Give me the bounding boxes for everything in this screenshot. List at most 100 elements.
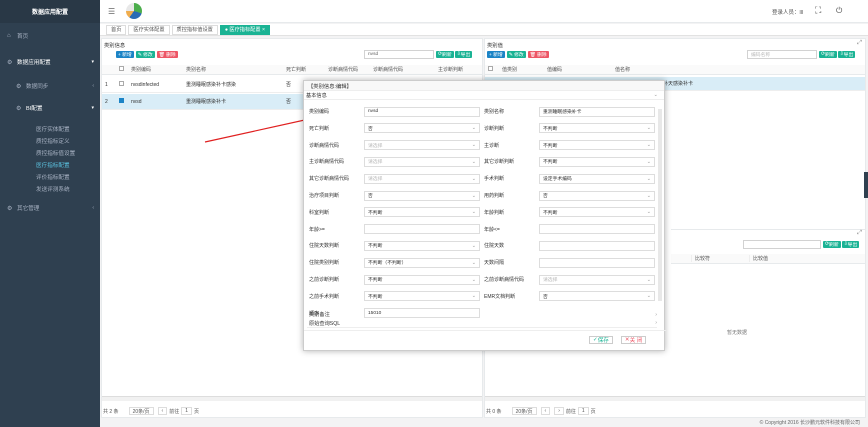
tab-qc-value[interactable]: 质控指标值设置 (171, 24, 218, 35)
add-button[interactable]: + 新增 (487, 51, 505, 58)
sidebar-item-entity[interactable]: 医疗实体配置 (0, 123, 100, 135)
refresh-button[interactable]: ⟳ 刷新 (823, 241, 841, 248)
field-control[interactable]: 否 ⌄ (539, 291, 655, 302)
sidebar-item-medical[interactable]: 医疗指标配置 (0, 159, 100, 171)
col-header[interactable]: 值类别 (499, 66, 544, 73)
field-control[interactable]: 不判断 ⌄ (364, 240, 480, 251)
section-sql[interactable]: 原始查询SQL › (307, 319, 657, 328)
field-control[interactable]: 不判断 ⌄ (364, 274, 480, 285)
sidebar-item-data-app[interactable]: ⚙ 数据应用配置 ▾ (0, 49, 100, 75)
field-control[interactable]: 不判断 ⌄ (539, 207, 655, 218)
field-label: 诊断判断 (484, 125, 505, 132)
export-button[interactable]: ⇩ 导出 (454, 51, 473, 58)
col-header[interactable]: 死亡判断 (283, 66, 325, 73)
field-control[interactable]: 重测睡眠感染补卡 (539, 106, 655, 117)
edit-button[interactable]: ✎ 修改 (135, 51, 155, 58)
sidebar-item-qc-value[interactable]: 质控指标值设置 (0, 147, 100, 159)
field-value: 否 (368, 194, 373, 199)
field-control[interactable]: 不判断 ⌄ (364, 207, 480, 218)
sidebar-item-bi[interactable]: ⚙ BI配置 ▾ (0, 97, 100, 119)
logout-icon[interactable]: ⏻ (836, 6, 842, 16)
export-button[interactable]: ⇩ 导出 (841, 241, 860, 248)
field-control[interactable]: 否 ⌄ (539, 190, 655, 201)
field-control[interactable]: 不判断 ⌄ (539, 123, 655, 134)
page-input[interactable]: 1 (181, 407, 192, 415)
tab-home[interactable]: 首页 (106, 24, 127, 35)
select-all-checkbox[interactable] (488, 66, 493, 71)
expand-icon[interactable]: ⤢ (857, 40, 862, 47)
search-input[interactable]: nvsd (364, 50, 434, 59)
sidebar-item-other[interactable]: ⚙ 其它管理 ‹ (0, 195, 100, 221)
col-header[interactable]: 类别编码 (128, 66, 183, 73)
next-page-button[interactable]: › (554, 407, 564, 415)
field-value: 否 (543, 194, 548, 199)
field-control[interactable]: 否 ⌄ (364, 123, 480, 134)
col-header[interactable]: 比较符 (691, 255, 749, 262)
col-header[interactable]: 值名称 (612, 66, 672, 73)
field-control[interactable]: nvsd (364, 106, 480, 117)
prev-page-button[interactable]: ‹ (157, 407, 168, 415)
horizontal-scrollbar[interactable] (485, 396, 865, 401)
select-all-checkbox[interactable] (119, 66, 124, 71)
tab-medical[interactable]: ● 医疗指标配置 × (219, 24, 271, 35)
section-basic[interactable]: 基本信息 ⌄ (304, 91, 664, 100)
edit-button[interactable]: ✎ 修改 (506, 51, 526, 58)
page-size-select[interactable]: 20条/页 (128, 407, 154, 415)
field-control[interactable] (539, 257, 655, 268)
delete-button[interactable]: 🗑 删除 (527, 51, 549, 58)
side-toggle[interactable] (864, 172, 868, 198)
col-header[interactable]: 诊断病情代码 (370, 66, 435, 73)
add-button[interactable]: + 新增 (116, 51, 134, 58)
sidebar-item-send[interactable]: 发送评测系统 (0, 183, 100, 195)
sidebar-item-eval[interactable]: 评价指标配置 (0, 171, 100, 183)
chevron-down-icon: ⌄ (646, 209, 651, 216)
form-field: 天数间隔 (484, 257, 655, 268)
menu-icon[interactable]: ☰ (108, 7, 115, 16)
field-control[interactable] (539, 240, 655, 251)
field-control[interactable]: 请选择 ⌄ (364, 173, 480, 184)
gear-icon: ⚙ (7, 205, 13, 212)
col-header[interactable]: 主诊断判断 (435, 66, 480, 73)
field-control[interactable] (539, 224, 655, 235)
col-header[interactable]: 值编码 (544, 66, 612, 73)
tab-entity[interactable]: 医疗实体配置 (128, 24, 170, 35)
field-control[interactable]: 不判断 ⌄ (364, 291, 480, 302)
refresh-button[interactable]: ⟳ 刷新 (819, 51, 837, 58)
expand-icon[interactable]: ⤢ (857, 230, 862, 237)
section-remark[interactable]: 类别备注 › (307, 310, 657, 319)
filter-input[interactable] (743, 240, 821, 249)
horizontal-scrollbar[interactable] (102, 396, 482, 401)
col-header[interactable]: 比较值 (749, 255, 829, 262)
refresh-button[interactable]: ⟳ 刷新 (436, 51, 454, 58)
field-label: 其它诊断判断 (484, 159, 515, 166)
prev-page-button[interactable]: ‹ (540, 407, 551, 415)
form-field: 其它诊断判断 不判断 ⌄ (484, 156, 655, 167)
sidebar-item-home[interactable]: ⌂ 首页 (0, 23, 100, 49)
row-checkbox[interactable] (119, 81, 124, 86)
col-header[interactable]: 类别名称 (183, 66, 283, 73)
export-button[interactable]: ⇩ 导出 (837, 51, 856, 58)
field-label: 治疗项目判断 (309, 193, 340, 199)
field-control[interactable]: 请选择 ⌄ (364, 156, 480, 167)
page-size-select[interactable]: 20条/页 (511, 407, 537, 415)
field-control[interactable]: 请选择 ⌄ (364, 140, 480, 151)
col-header[interactable]: 诊断病情代码 (325, 66, 370, 73)
row-checkbox[interactable] (119, 98, 124, 103)
chevron-down-icon: ⌄ (471, 175, 476, 182)
page-input[interactable]: 1 (577, 407, 589, 415)
field-control[interactable]: 不判断 ⌄ (539, 156, 655, 167)
sidebar-item-sync[interactable]: ⚙ 数据同步 ‹ (0, 75, 100, 97)
save-button[interactable]: ✓ 保存 (589, 336, 613, 344)
close-button[interactable]: ✕ 关 闭 (620, 336, 647, 344)
field-control[interactable]: 请选择 ⌄ (539, 274, 655, 285)
field-control[interactable]: 不判断 ⌄ (539, 140, 655, 151)
vertical-scrollbar[interactable] (658, 109, 662, 301)
search-input[interactable]: 编码名称 (747, 50, 817, 59)
field-control[interactable]: 否 ⌄ (364, 190, 480, 201)
field-control[interactable] (364, 224, 480, 235)
fullscreen-icon[interactable]: ⛶ (815, 5, 821, 16)
sidebar-item-qc-define[interactable]: 质控指标定义 (0, 135, 100, 147)
field-control[interactable]: 不判断（不判断） ⌄ (364, 257, 480, 268)
field-control[interactable]: 设定手术编码 ⌄ (539, 173, 655, 184)
delete-button[interactable]: 🗑 删除 (156, 51, 178, 58)
